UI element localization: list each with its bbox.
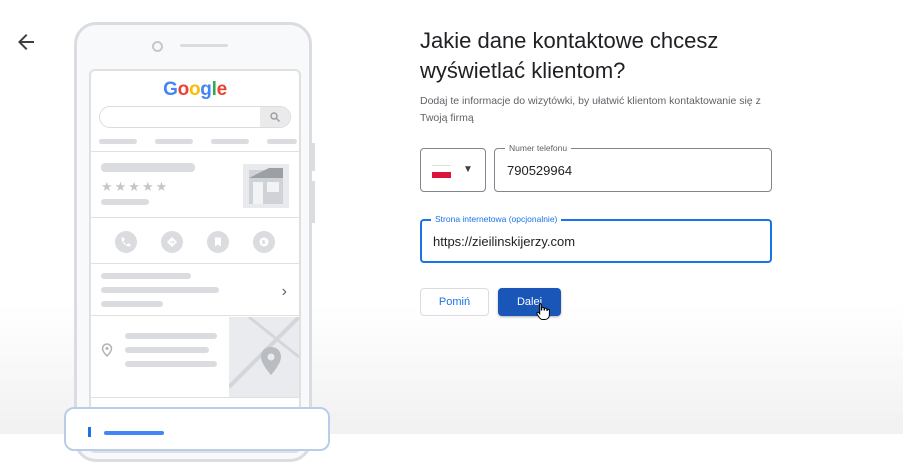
website-value[interactable]: https://zieilinskijerzy.com	[433, 234, 575, 249]
page-title: Jakie dane kontaktowe chcesz wyświetlać …	[420, 28, 719, 83]
preview-website-action	[253, 231, 275, 253]
phone-number-label: Numer telefonu	[505, 142, 572, 154]
phone-icon	[121, 237, 131, 247]
website-label: Strona internetowa (opcjonalnie)	[431, 213, 562, 225]
page-subtitle: Dodaj te informacje do wizytówki, by uła…	[420, 95, 761, 124]
preview-bottom-card	[64, 407, 330, 451]
phone-number-value[interactable]: 790529964	[507, 163, 572, 178]
star-rating: ★★★★★	[101, 179, 170, 194]
skip-button[interactable]: Pomiń	[420, 288, 489, 316]
phone-number-field[interactable]: Numer telefonu 790529964	[494, 142, 772, 192]
back-button[interactable]	[14, 30, 38, 54]
dropdown-caret-icon: ▼	[463, 164, 473, 175]
phone-preview: Google ★★★★★ ›	[74, 22, 315, 462]
preview-name-placeholder	[101, 163, 195, 172]
directions-icon	[167, 237, 177, 247]
website-field[interactable]: Strona internetowa (opcjonalnie) https:/…	[420, 213, 772, 263]
bookmark-icon	[215, 237, 221, 247]
country-code-dropdown[interactable]: ▼	[420, 148, 486, 192]
preview-directions-action	[161, 231, 183, 253]
google-logo: Google	[163, 79, 227, 100]
website-icon	[259, 237, 269, 247]
preview-save-action	[207, 231, 229, 253]
next-button[interactable]: Dalej	[498, 288, 561, 316]
location-pin-icon	[101, 343, 113, 357]
preview-search-bar	[99, 106, 291, 128]
chevron-right-icon: ›	[281, 283, 287, 300]
arrow-left-icon	[18, 34, 34, 50]
map-thumbnail	[229, 317, 299, 397]
preview-screen: Google ★★★★★ ›	[89, 69, 301, 453]
speaker-grill	[180, 44, 228, 47]
camera-dot	[152, 41, 163, 52]
map-pin-icon	[261, 347, 281, 375]
hand-cursor-icon	[536, 303, 550, 320]
preview-call-action	[115, 231, 137, 253]
storefront-icon	[243, 164, 289, 208]
search-icon	[270, 112, 281, 123]
poland-flag-icon	[432, 165, 451, 178]
